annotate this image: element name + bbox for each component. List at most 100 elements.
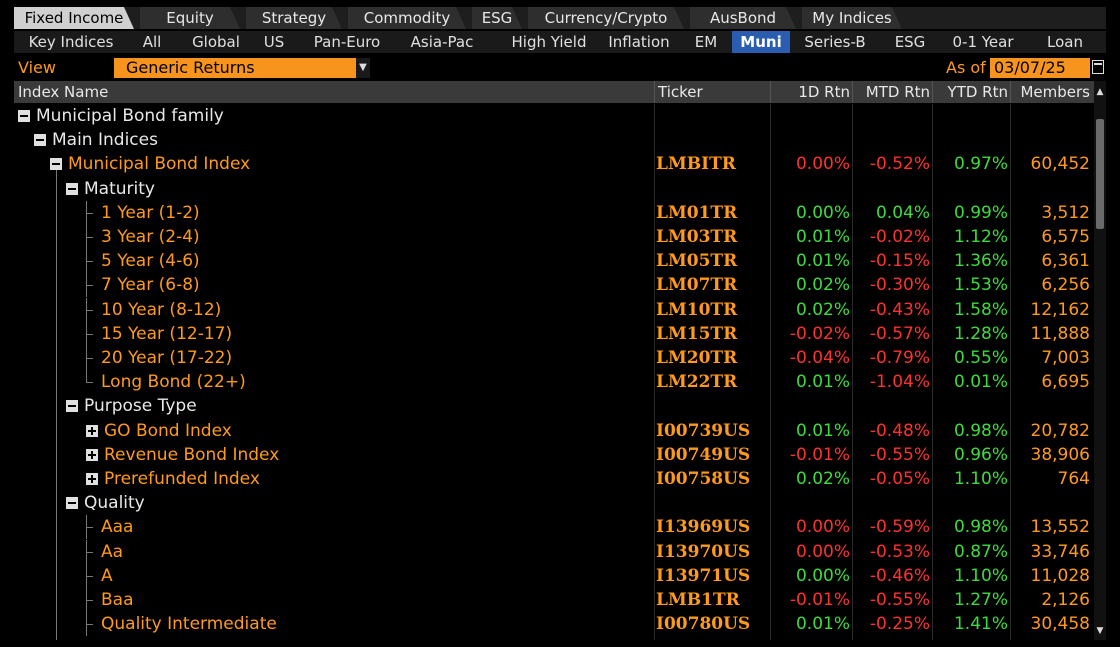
ticker-cell[interactable]: LM03TR (656, 225, 737, 249)
index-name[interactable]: Aaa (101, 515, 133, 539)
tab-my-indices[interactable]: My Indices (802, 7, 902, 29)
expand-icon[interactable] (86, 449, 98, 461)
collapse-icon[interactable] (18, 110, 30, 122)
ticker-cell[interactable]: I13970US (656, 540, 750, 564)
subtab-us[interactable]: US (260, 31, 288, 53)
ticker-cell[interactable]: LM22TR (656, 370, 737, 394)
subtab-global[interactable]: Global (180, 31, 252, 53)
subtab-em[interactable]: EM (688, 31, 724, 53)
subtab-high-yield[interactable]: High Yield (496, 31, 602, 53)
index-name[interactable]: 10 Year (8-12) (101, 298, 221, 322)
tab-currency-crypto[interactable]: Currency/Crypto (528, 7, 684, 29)
ticker-cell[interactable]: LM01TR (656, 201, 737, 225)
col-mtd-rtn[interactable]: MTD Rtn (854, 81, 930, 103)
table-row[interactable]: Aaa I13969US 0.00% -0.59% 0.98% 13,552 (14, 515, 1094, 539)
ticker-cell[interactable]: LMB1TR (656, 588, 740, 612)
table-row[interactable]: Municipal Bond family (14, 104, 1094, 128)
dropdown-arrow-icon[interactable]: ▼ (356, 58, 370, 78)
subtab-pan-euro[interactable]: Pan-Euro (304, 31, 390, 53)
ticker-cell[interactable]: I13969US (656, 515, 750, 539)
table-row[interactable]: A I13971US 0.00% -0.46% 1.10% 11,028 (14, 564, 1094, 588)
subtab-key-indices[interactable]: Key Indices (14, 31, 128, 53)
table-row[interactable]: 10 Year (8-12) LM10TR 0.02% -0.43% 1.58% 12,1… (14, 298, 1094, 322)
ticker-cell[interactable]: I00739US (656, 419, 750, 443)
as-of-date-input[interactable]: 03/07/25 (990, 58, 1090, 78)
col-index-name[interactable]: Index Name (18, 81, 108, 103)
table-row[interactable]: Long Bond (22+) LM22TR 0.01% -1.04% 0.01% 6,6… (14, 370, 1094, 394)
expand-icon[interactable] (86, 425, 98, 437)
index-name[interactable]: Revenue Bond Index (104, 443, 279, 467)
ticker-cell[interactable]: LM05TR (656, 249, 737, 273)
collapse-icon[interactable] (66, 497, 78, 509)
expand-icon[interactable] (86, 473, 98, 485)
col-members[interactable]: Members (1012, 81, 1090, 103)
table-row[interactable]: Baa LMB1TR -0.01% -0.55% 1.27% 2,126 (14, 588, 1094, 612)
ticker-cell[interactable]: LM07TR (656, 273, 737, 297)
table-row[interactable]: Main Indices (14, 128, 1094, 152)
table-row[interactable]: 1 Year (1-2) LM01TR 0.00% 0.04% 0.99% 3,512 (14, 201, 1094, 225)
ticker-cell[interactable]: I00780US (656, 612, 750, 636)
table-row[interactable]: Aa I13970US 0.00% -0.53% 0.87% 33,746 (14, 540, 1094, 564)
index-name[interactable]: Prerefunded Index (104, 467, 260, 491)
tab-equity[interactable]: Equity (140, 7, 240, 29)
ticker-cell[interactable]: I00749US (656, 443, 750, 467)
tab-fixed-income[interactable]: Fixed Income (14, 7, 134, 29)
index-name[interactable]: Aa (101, 540, 123, 564)
collapse-icon[interactable] (34, 134, 46, 146)
ticker-cell[interactable]: LM15TR (656, 322, 737, 346)
index-name[interactable]: 15 Year (12-17) (101, 322, 232, 346)
table-row[interactable]: Prerefunded Index I00758US 0.02% -0.05% 1.10… (14, 467, 1094, 491)
scroll-down-icon[interactable]: ▼ (1094, 622, 1106, 640)
collapse-icon[interactable] (66, 183, 78, 195)
subtab-inflation[interactable]: Inflation (598, 31, 680, 53)
table-row[interactable]: 5 Year (4-6) LM05TR 0.01% -0.15% 1.36% 6,361 (14, 249, 1094, 273)
subtab-asia-pac[interactable]: Asia-Pac (400, 31, 484, 53)
table-row[interactable]: 3 Year (2-4) LM03TR 0.01% -0.02% 1.12% 6,575 (14, 225, 1094, 249)
subtab-all[interactable]: All (134, 31, 170, 53)
table-row[interactable]: 15 Year (12-17) LM15TR -0.02% -0.57% 1.28% 11… (14, 322, 1094, 346)
index-name[interactable]: 3 Year (2-4) (101, 225, 200, 249)
table-row[interactable]: GO Bond Index I00739US 0.01% -0.48% 0.98% 20,… (14, 419, 1094, 443)
subtab-0-1-year[interactable]: 0-1 Year (942, 31, 1024, 53)
ticker-cell[interactable]: LM10TR (656, 298, 737, 322)
subtab-series-b[interactable]: Series-B (794, 31, 876, 53)
subtab-muni[interactable]: Muni (732, 31, 790, 53)
table-row[interactable]: 7 Year (6-8) LM07TR 0.02% -0.30% 1.53% 6,256 (14, 273, 1094, 297)
table-row[interactable]: Purpose Type (14, 394, 1094, 418)
collapse-icon[interactable] (50, 158, 62, 170)
table-row[interactable]: Municipal Bond Index LMBITR 0.00% -0.52% 0.9… (14, 152, 1094, 176)
col-1d-rtn[interactable]: 1D Rtn (772, 81, 850, 103)
scroll-up-icon[interactable]: ▲ (1094, 81, 1106, 103)
table-row[interactable]: Revenue Bond Index I00749US -0.01% -0.55% 0.… (14, 443, 1094, 467)
tab-strategy[interactable]: Strategy (246, 7, 342, 29)
ticker-cell[interactable]: I00758US (656, 467, 750, 491)
col-ticker[interactable]: Ticker (658, 81, 703, 103)
index-name[interactable]: GO Bond Index (104, 419, 232, 443)
tab-esg[interactable]: ESG (472, 7, 522, 29)
index-name[interactable]: Baa (101, 588, 134, 612)
index-name[interactable]: 20 Year (17-22) (101, 346, 232, 370)
index-name[interactable]: A (101, 564, 113, 588)
subtab-esg[interactable]: ESG (884, 31, 936, 53)
ticker-cell[interactable]: LM20TR (656, 346, 737, 370)
ticker-cell[interactable]: I13971US (656, 564, 750, 588)
vertical-scrollbar[interactable]: ▲ ▼ (1094, 81, 1106, 640)
col-ytd-rtn[interactable]: YTD Rtn (934, 81, 1008, 103)
ticker-cell[interactable]: LMBITR (656, 152, 736, 176)
index-name[interactable]: 7 Year (6-8) (101, 273, 200, 297)
index-name[interactable]: 1 Year (1-2) (101, 201, 200, 225)
table-row[interactable]: Maturity (14, 177, 1094, 201)
tab-ausbond[interactable]: AusBond (690, 7, 796, 29)
calendar-icon[interactable] (1092, 60, 1104, 74)
table-row[interactable]: Quality Intermediate I00780US 0.01% -0.25% 1… (14, 612, 1094, 636)
collapse-icon[interactable] (66, 400, 78, 412)
subtab-loan[interactable]: Loan (1030, 31, 1100, 53)
index-name[interactable]: Long Bond (22+) (101, 370, 246, 394)
index-name[interactable]: Quality Intermediate (101, 612, 277, 636)
scroll-thumb[interactable] (1096, 119, 1104, 229)
table-row[interactable]: 20 Year (17-22) LM20TR -0.04% -0.79% 0.55% 7,… (14, 346, 1094, 370)
tab-commodity[interactable]: Commodity (348, 7, 466, 29)
view-select[interactable]: Generic Returns (114, 58, 356, 78)
index-name[interactable]: 5 Year (4-6) (101, 249, 200, 273)
table-row[interactable]: Quality (14, 491, 1094, 515)
